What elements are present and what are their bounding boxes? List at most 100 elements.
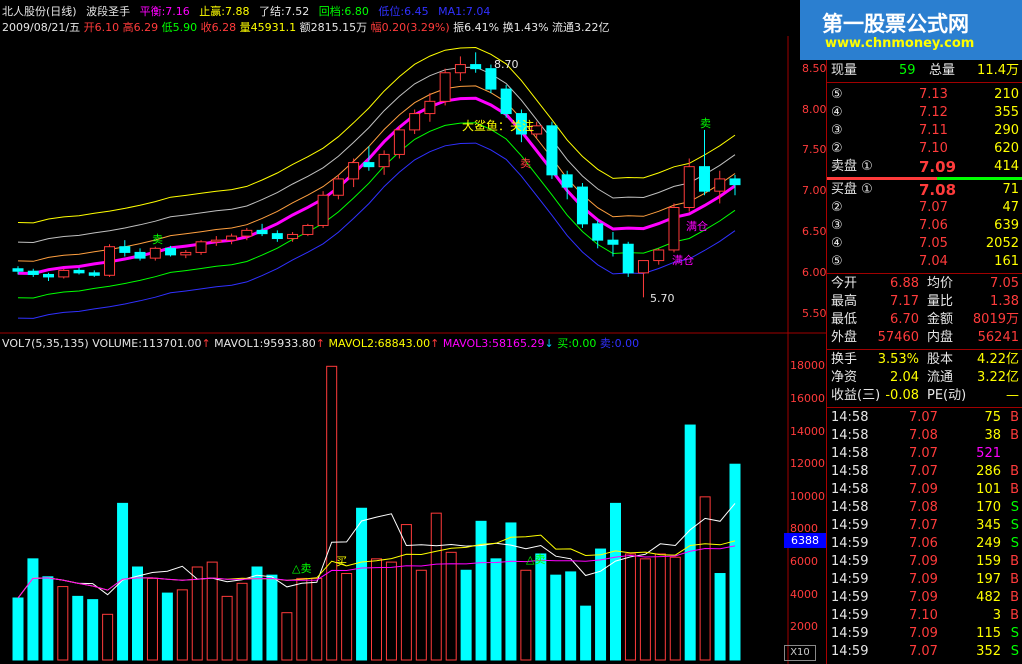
- vol-mavol1: MAVOL1:95933.80: [214, 337, 316, 350]
- divider: [827, 82, 1022, 83]
- ask-row: ⑤ 7.13 210: [831, 87, 1019, 102]
- volume-bar: [475, 520, 487, 661]
- candle-body: [592, 223, 604, 241]
- volume-tick: 14000: [790, 424, 825, 438]
- candle-body: [302, 224, 314, 235]
- tick-row: 14:59 7.10 3 B: [831, 608, 1019, 623]
- volume-bar: [371, 558, 382, 661]
- ask-bid-split: [827, 177, 937, 180]
- volume-bar: [206, 561, 218, 661]
- kline-chart[interactable]: [0, 0, 826, 664]
- volume-bar: [221, 595, 233, 661]
- volume-bar: [430, 512, 442, 661]
- vol-mavol2: MAVOL2:68843.00: [328, 337, 431, 350]
- candle-body: [637, 260, 649, 274]
- candle-body: [485, 68, 497, 90]
- volume-tick: 10000: [790, 489, 825, 503]
- vol-buy: 买:0.00: [557, 337, 597, 350]
- band-line-2: [17, 85, 736, 262]
- volume-header: VOL7(5,35,135) VOLUME:113701.00↑ MAVOL1:…: [2, 337, 640, 350]
- vol-sell-tri-2: △卖: [292, 562, 312, 575]
- candle-body: [668, 207, 680, 251]
- candle-body: [73, 269, 85, 274]
- bid-row: ④ 7.05 2052: [831, 236, 1019, 251]
- band-line-5: [17, 142, 736, 319]
- candle-body: [165, 247, 177, 256]
- tick-row: 14:58 7.09 101 B: [831, 482, 1019, 497]
- watermark-banner: 第一股票公式网 www.chnmoney.com: [800, 0, 1022, 60]
- stat-row: 外盘 57460 内盘 56241: [831, 330, 1019, 345]
- quote-panel: 现量 59 总量 11.4万 ⑤ 7.13 210 ④ 7.12 355 ③ 7.11 290 ② 7.10…: [826, 60, 1022, 664]
- candle-body: [439, 72, 451, 102]
- full-position-label-2: 满仓: [672, 254, 694, 267]
- stat-row: 今开 6.88 均价 7.05: [831, 276, 1019, 291]
- current-volume-row: 现量 59 总量 11.4万: [831, 63, 1019, 78]
- price-tick: 7.00: [802, 184, 827, 198]
- candle-body: [256, 229, 268, 235]
- tick-row: 14:59 7.06 249 S: [831, 536, 1019, 551]
- tick-row: 14:59 7.07 345 S: [831, 518, 1019, 533]
- volume-bar: [684, 424, 696, 661]
- candle-body: [698, 166, 710, 192]
- volume-bar: [236, 582, 248, 661]
- volume-bar: [311, 577, 323, 661]
- volume-bar: [132, 566, 143, 661]
- peak-label: 8.70: [494, 58, 519, 71]
- volume-bar: [639, 558, 651, 661]
- tick-row: 14:59 7.09 159 B: [831, 554, 1019, 569]
- candle-body: [378, 153, 390, 168]
- divider: [827, 407, 1022, 408]
- candle-body: [180, 251, 192, 256]
- candle-body: [58, 269, 70, 278]
- ask-row: ③ 7.11 290: [831, 123, 1019, 138]
- candle-body: [607, 239, 619, 245]
- watermark-title: 第一股票公式网: [822, 12, 969, 36]
- candle-body: [226, 235, 238, 241]
- volume-bar: [176, 589, 188, 661]
- volume-bar: [266, 574, 278, 661]
- bid-row: 买盘 ① 7.08 71: [831, 181, 1019, 199]
- volume-bar: [505, 522, 517, 661]
- candle-body: [27, 270, 39, 275]
- ask-row: 卖盘 ① 7.09 414: [831, 158, 1019, 176]
- volume-bar: [565, 571, 577, 661]
- stat-row: 收益(三) -0.08 PE(动) —: [831, 388, 1019, 403]
- divider: [827, 349, 1022, 350]
- bid-row: ③ 7.06 639: [831, 218, 1019, 233]
- price-tick: 6.50: [802, 225, 827, 238]
- volume-bar: [460, 569, 472, 661]
- candle-body: [271, 233, 283, 240]
- trough-label: 5.70: [650, 292, 675, 305]
- volume-bar: [87, 599, 99, 661]
- bid-row: ⑤ 7.04 161: [831, 254, 1019, 269]
- candle-body: [470, 64, 482, 70]
- candle-body: [409, 113, 421, 131]
- price-tick: 8.50: [802, 61, 827, 75]
- candle-body: [714, 178, 726, 192]
- volume-bar: [146, 577, 158, 661]
- volume-bar: [27, 558, 39, 661]
- volume-bar: [490, 558, 502, 661]
- tick-row: 14:59 7.09 115 S: [831, 626, 1019, 641]
- volume-bar: [356, 507, 368, 661]
- tick-row: 14:59 7.09 482 B: [831, 590, 1019, 605]
- zoom-x10-button[interactable]: X10: [784, 645, 816, 661]
- volume-bar: [729, 463, 741, 661]
- volume-bar: [102, 613, 114, 661]
- vol-sell-tri: △卖: [526, 553, 546, 566]
- price-tick: 6.00: [802, 265, 827, 279]
- ask-bid-split-2: [937, 177, 1022, 180]
- volume-bar: [12, 597, 24, 661]
- candle-body: [363, 162, 375, 168]
- volume-tick: 2000: [790, 620, 818, 634]
- candle-body: [12, 268, 24, 272]
- candle-body: [287, 233, 299, 240]
- candle-body: [424, 100, 436, 115]
- bid-row: ② 7.07 47: [831, 200, 1019, 215]
- volume-bar: [385, 561, 397, 661]
- volume-bar: [669, 556, 681, 661]
- candle-body: [104, 246, 116, 276]
- candle-body: [622, 243, 634, 274]
- candle-body: [729, 178, 741, 186]
- price-axis: 8.50 8.00 7.50 7.00 6.50 6.00 5.50: [788, 60, 827, 332]
